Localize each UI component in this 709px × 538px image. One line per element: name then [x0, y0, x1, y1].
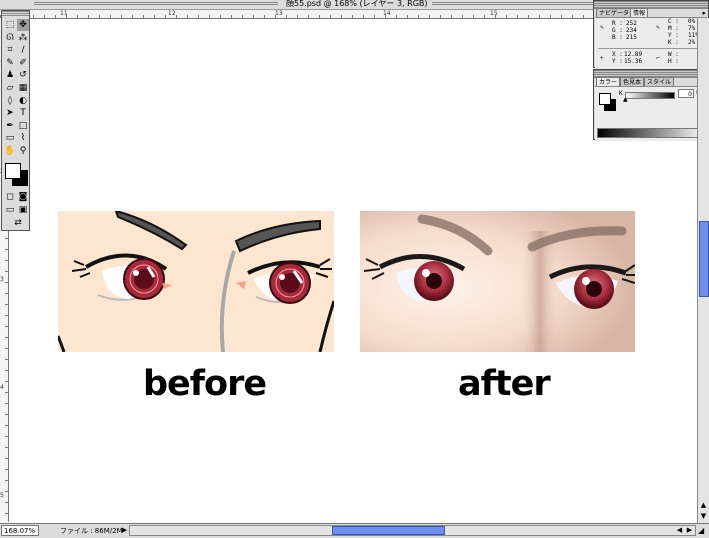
ruler-number: 3 — [0, 276, 4, 283]
r-label: R : — [612, 20, 623, 27]
toolbox-palette[interactable]: ◻ ◙ ▭ ▣ ⇄ ⬚ ✥ ᘏ ⁂ ⌗ ∕ ✎ ✐ ♟ ↺ ▱ ▦ ◊ ◐ ➤ T ✒ □ ▭ ⌇ ✋ ⚲ — [1, 10, 30, 231]
screen-mode-full-icon[interactable]: ▣ — [17, 204, 29, 216]
horizontal-scroll-thumb[interactable] — [332, 526, 445, 535]
stamp-tool-icon[interactable]: ♟ — [4, 69, 16, 81]
c-label: C : — [668, 18, 679, 25]
c-value: 0% — [688, 18, 696, 25]
cmyk-eyedropper-icon: ✎ — [656, 24, 660, 31]
shape-tool-icon[interactable]: □ — [17, 120, 29, 132]
g-label: G : — [612, 27, 623, 34]
dodge-tool-icon[interactable]: ◐ — [17, 95, 29, 107]
crop-tool-icon[interactable]: ⌗ — [4, 44, 16, 56]
resize-grip-icon[interactable]: ◢ — [698, 526, 704, 536]
before-illustration — [58, 211, 334, 352]
eyedropper-tool-icon[interactable]: ⌇ — [17, 132, 29, 144]
quick-mask-off-icon[interactable]: ◻ — [4, 191, 16, 203]
before-caption: before — [143, 364, 267, 404]
b-label: B : — [612, 34, 623, 41]
scroll-left-arrow-icon[interactable]: ◀ — [675, 526, 684, 535]
y-label: Y : — [668, 32, 679, 39]
x-label: X : — [612, 51, 623, 58]
notes-tool-icon[interactable]: ▭ — [4, 132, 16, 144]
marquee-tool-icon[interactable]: ⬚ — [4, 19, 16, 31]
g-value: 234 — [626, 27, 637, 34]
k-slider-track[interactable] — [625, 92, 675, 99]
w-label: W : — [668, 51, 679, 58]
brush-tool-icon[interactable]: ✐ — [17, 57, 29, 69]
status-bar: 168.07% ファイル : 86M/2M ▶ ◀ ▶ ◢ — [0, 523, 709, 538]
type-tool-icon[interactable]: T — [17, 107, 29, 119]
k-value-input[interactable]: 0 — [678, 89, 694, 98]
y-coord-value: 15.36 — [624, 58, 643, 65]
eyedropper-icon: ✎ — [600, 24, 604, 31]
vertical-scroll-thumb[interactable] — [699, 221, 709, 297]
selection-size-icon: ⌐ — [656, 55, 660, 62]
after-image — [360, 211, 635, 352]
toolbox-header[interactable] — [2, 11, 29, 17]
document-title: 顔55.psd @ 168% (レイヤー 3, RGB) — [282, 0, 432, 9]
before-image — [58, 211, 334, 352]
m-value: 7% — [688, 25, 696, 32]
ruler-number: 13 — [275, 10, 283, 17]
after-illustration — [360, 211, 635, 352]
m-label: M : — [668, 25, 679, 32]
pen-tool-icon[interactable]: ✒ — [4, 120, 16, 132]
path-select-tool-icon[interactable]: ➤ — [4, 107, 16, 119]
zoom-tool-icon[interactable]: ⚲ — [17, 145, 29, 157]
k-slider-thumb-icon[interactable]: ▲ — [623, 97, 628, 103]
ruler-number: 14 — [383, 10, 391, 17]
ruler-number: 11 — [60, 10, 68, 17]
h-label: H : — [668, 58, 679, 65]
color-palette[interactable]: カラー 色見本 スタイル ▸ K ▲ 0 % — [593, 69, 709, 141]
k-value: 2% — [688, 39, 696, 46]
r-value: 252 — [626, 20, 637, 27]
ruler-number: 12 — [168, 10, 176, 17]
gradient-tool-icon[interactable]: ▦ — [17, 82, 29, 94]
quick-mask-on-icon[interactable]: ◙ — [17, 191, 29, 203]
k-label: K : — [668, 39, 679, 46]
file-size-info: ファイル : 86M/2M — [60, 527, 123, 535]
info-palette[interactable]: ナビゲータ 情報 ▸ ✎ R : 252 G : 234 B : 215 ✎ C… — [593, 0, 709, 69]
scroll-up-arrow-icon[interactable]: ▲ — [699, 501, 708, 510]
magic-wand-tool-icon[interactable]: ⁂ — [17, 32, 29, 44]
foreground-color-front[interactable] — [5, 163, 21, 179]
slice-tool-icon[interactable]: ∕ — [17, 44, 29, 56]
ruler-number: 15 — [490, 10, 498, 17]
foreground-color-chip[interactable] — [599, 93, 611, 105]
title-bar-stripes-left — [34, 2, 278, 6]
hand-tool-icon[interactable]: ✋ — [4, 145, 16, 157]
scroll-down-arrow-icon[interactable]: ▼ — [699, 512, 708, 521]
airbrush-tool-icon[interactable]: ✎ — [4, 57, 16, 69]
ruler-number: 4 — [0, 384, 4, 391]
vertical-scrollbar[interactable]: ▲ ▼ — [697, 18, 709, 523]
crosshair-icon: + — [600, 55, 604, 62]
screen-mode-standard-icon[interactable]: ▭ — [4, 204, 16, 216]
x-value: 12.89 — [624, 51, 643, 58]
jump-to-imageready-icon[interactable]: ⇄ — [10, 217, 26, 229]
status-menu-arrow-icon[interactable]: ▶ — [120, 526, 129, 535]
horizontal-scrollbar[interactable]: ◀ ▶ — [129, 525, 696, 536]
scroll-right-arrow-icon[interactable]: ▶ — [685, 526, 694, 535]
info-divider — [598, 48, 706, 49]
palette-menu-arrow-icon[interactable]: ▸ — [702, 9, 706, 17]
history-brush-tool-icon[interactable]: ↺ — [17, 69, 29, 81]
lasso-tool-icon[interactable]: ᘏ — [4, 32, 16, 44]
move-tool-icon[interactable]: ✥ — [17, 19, 29, 31]
y-coord-label: Y : — [612, 58, 623, 65]
eraser-tool-icon[interactable]: ▱ — [4, 82, 16, 94]
zoom-field[interactable]: 168.07% — [1, 525, 39, 536]
ruler-number: 5 — [0, 492, 4, 499]
after-caption: after — [458, 364, 551, 404]
blur-tool-icon[interactable]: ◊ — [4, 95, 16, 107]
b-value: 215 — [626, 34, 637, 41]
color-ramp[interactable] — [597, 128, 707, 138]
